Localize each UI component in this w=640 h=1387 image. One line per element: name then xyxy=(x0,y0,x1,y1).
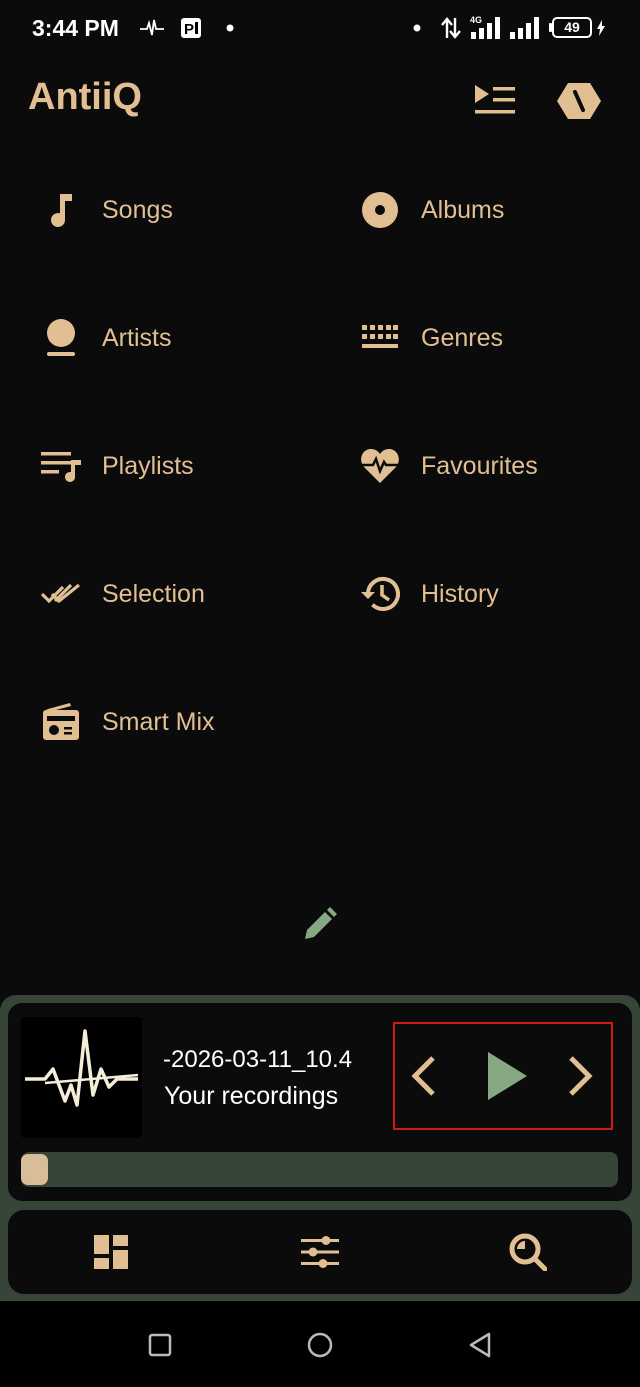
recents-button[interactable] xyxy=(138,1323,182,1367)
settings-button[interactable] xyxy=(554,78,604,124)
menu-playlists[interactable]: Playlists xyxy=(40,434,320,498)
chevron-left-icon xyxy=(411,1056,435,1096)
queue-icon xyxy=(475,85,515,114)
recording-status-icon xyxy=(140,19,164,36)
heart-pulse-icon xyxy=(361,449,399,483)
play-icon xyxy=(488,1052,527,1100)
svg-text:4G: 4G xyxy=(470,15,482,25)
menu-label: History xyxy=(421,579,499,608)
tab-equalizer[interactable] xyxy=(290,1226,350,1278)
previous-button[interactable] xyxy=(400,1044,448,1108)
menu-genres[interactable]: Genres xyxy=(359,306,639,370)
menu-label: Artists xyxy=(102,323,172,352)
chevron-right-icon xyxy=(569,1056,593,1096)
menu-smart-mix[interactable]: Smart Mix xyxy=(40,690,320,754)
menu-artists[interactable]: Artists xyxy=(40,306,320,370)
album-icon xyxy=(362,192,398,228)
app-title: AntiiQ xyxy=(28,76,142,118)
home-button[interactable] xyxy=(298,1323,342,1367)
seek-bar[interactable] xyxy=(21,1152,618,1187)
signal-strength-icon xyxy=(510,17,539,39)
play-button[interactable] xyxy=(478,1044,536,1108)
double-check-icon xyxy=(41,583,80,604)
menu-label: Selection xyxy=(102,579,205,608)
circle-home-icon xyxy=(307,1332,333,1358)
menu-label: Playlists xyxy=(102,451,194,480)
track-subtitle: Your recordings xyxy=(164,1082,339,1110)
menu-label: Genres xyxy=(421,323,503,352)
menu-label: Smart Mix xyxy=(102,707,215,736)
notification-dot-icon xyxy=(226,24,234,32)
app-notification-icon: P xyxy=(181,18,201,38)
data-transfer-icon xyxy=(441,17,461,39)
svg-text:P: P xyxy=(184,21,194,38)
history-icon xyxy=(361,577,400,611)
menu-label: Albums xyxy=(421,195,505,224)
charging-icon xyxy=(597,20,605,36)
search-icon xyxy=(509,1233,547,1271)
status-bar: 3:44 PM P 4G 49 xyxy=(0,0,640,58)
menu-albums[interactable]: Albums xyxy=(359,178,639,242)
playlist-icon xyxy=(41,452,81,482)
pencil-icon xyxy=(305,907,337,939)
menu-favourites[interactable]: Favourites xyxy=(359,434,639,498)
dashboard-icon xyxy=(94,1235,128,1269)
battery-level: 49 xyxy=(552,17,592,38)
triangle-back-icon xyxy=(469,1332,491,1358)
queue-button[interactable] xyxy=(470,78,520,124)
hexagon-logo-icon xyxy=(557,83,601,119)
equalizer-sliders-icon xyxy=(301,1236,339,1268)
genres-icon xyxy=(362,325,398,348)
tab-search[interactable] xyxy=(498,1226,558,1278)
seek-thumb[interactable] xyxy=(21,1154,48,1185)
artist-icon xyxy=(47,319,75,356)
menu-selection[interactable]: Selection xyxy=(40,562,320,626)
menu-songs[interactable]: Songs xyxy=(40,178,320,242)
music-note-icon xyxy=(51,194,72,228)
menu-history[interactable]: History xyxy=(359,562,639,626)
waveform-artwork-icon xyxy=(25,1029,139,1107)
radio-icon xyxy=(43,703,79,740)
next-button[interactable] xyxy=(556,1044,604,1108)
edit-layout-button[interactable] xyxy=(298,902,342,946)
signal-4g-icon: 4G xyxy=(470,15,500,39)
status-time: 3:44 PM xyxy=(32,15,119,41)
square-recents-icon xyxy=(148,1333,172,1357)
album-artwork[interactable] xyxy=(21,1017,142,1138)
menu-label: Favourites xyxy=(421,451,538,480)
tab-dashboard[interactable] xyxy=(81,1226,141,1278)
menu-label: Songs xyxy=(102,195,173,224)
notification-dot-icon-2 xyxy=(413,24,421,32)
back-button[interactable] xyxy=(458,1323,502,1367)
track-title: -2026-03-11_10.4 xyxy=(163,1046,353,1073)
